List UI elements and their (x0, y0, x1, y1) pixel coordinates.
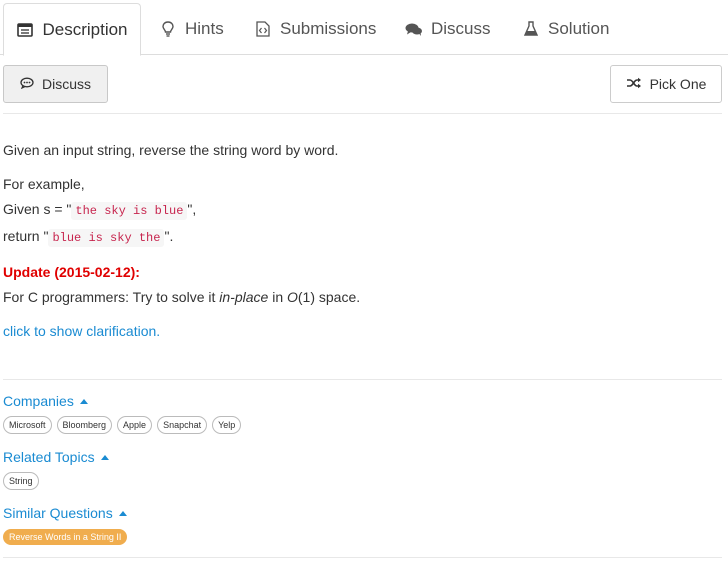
similar-question-tag[interactable]: Reverse Words in a String II (3, 529, 128, 545)
companies-title: Companies (3, 393, 74, 409)
company-tag[interactable]: Microsoft (3, 416, 52, 434)
list-icon (16, 21, 34, 39)
tab-submissions[interactable]: Submissions (238, 3, 392, 55)
tab-bar: Description Hints Submissions Discuss So… (0, 0, 728, 56)
return-suffix: ". (164, 228, 174, 244)
tab-hints[interactable]: Hints (143, 3, 240, 55)
pick-one-button-label: Pick One (649, 76, 707, 92)
code-file-icon (254, 20, 272, 38)
comment-icon (20, 76, 34, 92)
companies-tags: Microsoft Bloomberg Apple Snapchat Yelp (3, 416, 242, 434)
company-tag[interactable]: Apple (117, 416, 153, 434)
related-topics-tags: String (3, 472, 39, 490)
lightbulb-icon (159, 20, 177, 38)
update-suffix: (1) space. (297, 289, 361, 305)
related-topics-title: Related Topics (3, 449, 95, 465)
given-code: the sky is blue (71, 202, 188, 220)
return-line: return " blue is sky the ". (3, 224, 718, 251)
tab-description[interactable]: Description (3, 3, 141, 56)
tab-solution[interactable]: Solution (506, 3, 625, 55)
pick-one-button[interactable]: Pick One (610, 65, 722, 103)
discuss-button[interactable]: Discuss (3, 65, 108, 103)
topic-tag[interactable]: String (3, 472, 39, 490)
description-intro: Given an input string, reverse the strin… (3, 142, 339, 158)
flask-icon (522, 20, 540, 38)
given-line: Given s = " the sky is blue ", (3, 197, 718, 224)
comments-icon (405, 20, 423, 38)
company-tag[interactable]: Snapchat (157, 416, 208, 434)
similar-questions-tags: Reverse Words in a String II (3, 529, 128, 545)
divider (3, 557, 722, 558)
given-prefix: Given s = " (3, 201, 72, 217)
big-o: O (287, 289, 298, 305)
divider (3, 113, 722, 114)
update-note: For C programmers: Try to solve it in-pl… (3, 285, 718, 310)
tab-discuss[interactable]: Discuss (389, 3, 507, 55)
similar-questions-toggle[interactable]: Similar Questions (3, 505, 127, 521)
discuss-button-label: Discuss (41, 76, 91, 92)
tab-label: Description (42, 19, 128, 39)
related-topics-toggle[interactable]: Related Topics (3, 449, 109, 465)
tab-label: Hints (185, 19, 224, 38)
return-code: blue is sky the (48, 229, 165, 247)
example-label: For example, (3, 176, 85, 192)
caret-up-icon (79, 398, 88, 404)
companies-toggle[interactable]: Companies (3, 393, 88, 409)
update-prefix: For C programmers: Try to solve it (3, 289, 220, 305)
caret-up-icon (118, 510, 127, 516)
given-suffix: ", (187, 201, 197, 217)
shuffle-icon (626, 76, 642, 92)
tab-label: Discuss (431, 19, 491, 38)
clarification-link[interactable]: click to show clarification. (3, 319, 718, 344)
company-tag[interactable]: Bloomberg (56, 416, 113, 434)
tab-label: Solution (548, 19, 610, 38)
company-tag[interactable]: Yelp (212, 416, 242, 434)
return-prefix: return " (3, 228, 49, 244)
tab-label: Submissions (280, 19, 377, 38)
update-emphasis: in-place (219, 289, 269, 305)
update-mid: in (268, 289, 287, 305)
problem-description: Given an input string, reverse the strin… (3, 138, 718, 344)
update-heading: Update (2015-02-12): (3, 264, 140, 280)
similar-questions-title: Similar Questions (3, 505, 113, 521)
divider (3, 379, 722, 380)
caret-up-icon (100, 454, 109, 460)
